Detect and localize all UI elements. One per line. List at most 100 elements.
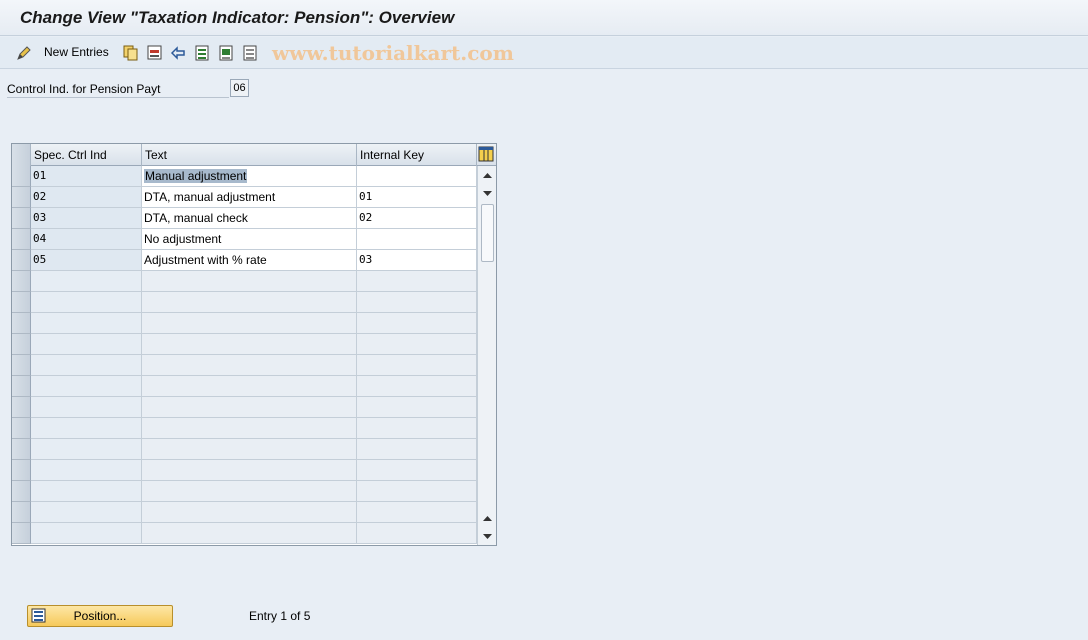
cell-spec-ctrl-ind[interactable] xyxy=(31,439,142,460)
row-selector[interactable] xyxy=(12,334,31,355)
row-selector[interactable] xyxy=(12,481,31,502)
cell-text[interactable] xyxy=(142,418,357,439)
table-row[interactable]: 02 DTA, manual adjustment 01 xyxy=(12,187,477,208)
column-header-text[interactable]: Text xyxy=(142,144,357,166)
scroll-page-down-icon[interactable] xyxy=(482,530,493,540)
table-row[interactable] xyxy=(12,460,477,481)
copy-icon[interactable] xyxy=(122,44,140,62)
cell-internal-key[interactable] xyxy=(357,292,477,313)
table-row[interactable] xyxy=(12,502,477,523)
table-row[interactable] xyxy=(12,271,477,292)
table-row[interactable]: 03 DTA, manual check 02 xyxy=(12,208,477,229)
cell-spec-ctrl-ind[interactable] xyxy=(31,460,142,481)
cell-text[interactable] xyxy=(142,355,357,376)
row-selector[interactable] xyxy=(12,187,31,208)
cell-spec-ctrl-ind[interactable] xyxy=(31,502,142,523)
cell-spec-ctrl-ind[interactable] xyxy=(31,418,142,439)
row-selector[interactable] xyxy=(12,523,31,544)
cell-text[interactable]: DTA, manual check xyxy=(142,208,357,229)
table-row[interactable] xyxy=(12,292,477,313)
delete-icon[interactable] xyxy=(146,44,164,62)
row-selector[interactable] xyxy=(12,439,31,460)
cell-internal-key[interactable] xyxy=(357,439,477,460)
cell-spec-ctrl-ind[interactable]: 01 xyxy=(31,166,142,187)
table-row[interactable] xyxy=(12,481,477,502)
cell-text[interactable]: No adjustment xyxy=(142,229,357,250)
cell-spec-ctrl-ind[interactable]: 04 xyxy=(31,229,142,250)
row-selector[interactable] xyxy=(12,229,31,250)
cell-internal-key[interactable] xyxy=(357,502,477,523)
cell-text[interactable] xyxy=(142,460,357,481)
select-block-icon[interactable] xyxy=(218,44,236,62)
select-all-icon[interactable] xyxy=(194,44,212,62)
row-selector[interactable] xyxy=(12,313,31,334)
table-row[interactable]: 04 No adjustment xyxy=(12,229,477,250)
row-selector[interactable] xyxy=(12,355,31,376)
scroll-up-icon[interactable] xyxy=(482,170,493,180)
cell-internal-key[interactable] xyxy=(357,460,477,481)
cell-internal-key[interactable]: 03 xyxy=(357,250,477,271)
cell-internal-key[interactable]: 02 xyxy=(357,208,477,229)
cell-internal-key[interactable] xyxy=(357,376,477,397)
cell-text[interactable] xyxy=(142,376,357,397)
cell-spec-ctrl-ind[interactable] xyxy=(31,313,142,334)
table-row[interactable] xyxy=(12,334,477,355)
cell-text[interactable] xyxy=(142,502,357,523)
row-selector[interactable] xyxy=(12,292,31,313)
undo-icon[interactable] xyxy=(170,44,188,62)
cell-text[interactable] xyxy=(142,292,357,313)
row-selector[interactable] xyxy=(12,250,31,271)
edit-icon[interactable] xyxy=(15,44,33,62)
scroll-down-icon[interactable] xyxy=(482,187,493,197)
cell-internal-key[interactable] xyxy=(357,166,477,187)
cell-text[interactable] xyxy=(142,523,357,544)
column-header-spec-ctrl-ind[interactable]: Spec. Ctrl Ind xyxy=(31,144,142,166)
row-selector[interactable] xyxy=(12,418,31,439)
cell-internal-key[interactable] xyxy=(357,523,477,544)
cell-spec-ctrl-ind[interactable]: 03 xyxy=(31,208,142,229)
row-selector[interactable] xyxy=(12,208,31,229)
table-row[interactable] xyxy=(12,376,477,397)
table-row[interactable] xyxy=(12,355,477,376)
row-selector[interactable] xyxy=(12,460,31,481)
table-settings-icon[interactable] xyxy=(477,145,495,163)
cell-spec-ctrl-ind[interactable] xyxy=(31,271,142,292)
cell-internal-key[interactable] xyxy=(357,397,477,418)
table-row[interactable] xyxy=(12,439,477,460)
cell-text[interactable]: DTA, manual adjustment xyxy=(142,187,357,208)
table-row[interactable] xyxy=(12,418,477,439)
row-selector[interactable] xyxy=(12,397,31,418)
row-selector[interactable] xyxy=(12,271,31,292)
cell-spec-ctrl-ind[interactable] xyxy=(31,376,142,397)
vertical-scrollbar[interactable] xyxy=(477,166,496,545)
cell-internal-key[interactable] xyxy=(357,271,477,292)
cell-text[interactable] xyxy=(142,334,357,355)
cell-spec-ctrl-ind[interactable] xyxy=(31,481,142,502)
row-selector[interactable] xyxy=(12,376,31,397)
deselect-all-icon[interactable] xyxy=(242,44,260,62)
cell-internal-key[interactable] xyxy=(357,355,477,376)
cell-spec-ctrl-ind[interactable] xyxy=(31,523,142,544)
column-header-internal-key[interactable]: Internal Key xyxy=(357,144,477,166)
table-row[interactable]: 05 Adjustment with % rate 03 xyxy=(12,250,477,271)
new-entries-button[interactable]: New Entries xyxy=(44,45,109,59)
cell-internal-key[interactable] xyxy=(357,334,477,355)
scroll-thumb[interactable] xyxy=(481,204,494,262)
cell-text[interactable] xyxy=(142,397,357,418)
cell-spec-ctrl-ind[interactable]: 05 xyxy=(31,250,142,271)
control-indicator-field[interactable]: 06 xyxy=(230,79,249,97)
cell-internal-key[interactable] xyxy=(357,313,477,334)
row-selector[interactable] xyxy=(12,502,31,523)
cell-spec-ctrl-ind[interactable] xyxy=(31,292,142,313)
cell-text[interactable]: Adjustment with % rate xyxy=(142,250,357,271)
cell-internal-key[interactable]: 01 xyxy=(357,187,477,208)
cell-internal-key[interactable] xyxy=(357,481,477,502)
table-row[interactable]: 01 Manual adjustment xyxy=(12,166,477,187)
cell-text[interactable] xyxy=(142,481,357,502)
cell-spec-ctrl-ind[interactable] xyxy=(31,334,142,355)
select-all-rows-button[interactable] xyxy=(12,144,31,166)
table-row[interactable] xyxy=(12,397,477,418)
cell-internal-key[interactable] xyxy=(357,418,477,439)
cell-text[interactable] xyxy=(142,271,357,292)
row-selector[interactable] xyxy=(12,166,31,187)
